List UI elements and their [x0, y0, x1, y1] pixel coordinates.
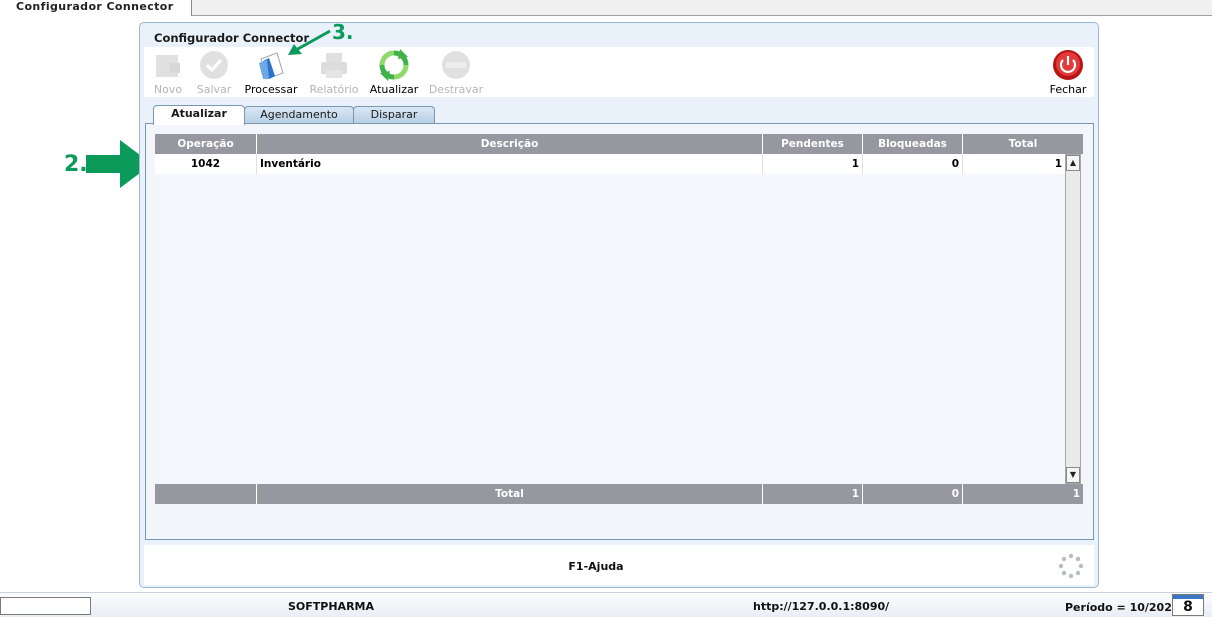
- refresh-icon: [378, 49, 410, 81]
- destravar-button[interactable]: Destravar: [426, 49, 486, 97]
- footer-total: 1: [1072, 488, 1080, 500]
- status-period: Período = 10/2025: [1065, 601, 1180, 614]
- window-tab[interactable]: Configurador Connector: [0, 0, 192, 16]
- novo-label: Novo: [153, 83, 183, 96]
- cell-descricao: Inventário: [257, 154, 763, 174]
- status-bar: [0, 592, 1212, 617]
- column-header-pendentes[interactable]: Pendentes: [763, 134, 863, 154]
- atualizar-label: Atualizar: [369, 83, 419, 96]
- power-close-icon: [1052, 49, 1084, 81]
- new-document-icon: [152, 49, 184, 81]
- column-header-operacao[interactable]: Operação: [155, 134, 257, 154]
- cell-pendentes: 1: [763, 154, 863, 174]
- annotation-arrow-3: [288, 29, 331, 55]
- annotation-step-2: 2.: [64, 152, 88, 177]
- grid-body: 1042 Inventário 1 0 1: [155, 154, 1083, 484]
- scroll-up-icon[interactable]: ▲: [1066, 155, 1080, 171]
- table-row[interactable]: 1042 Inventário 1 0 1: [155, 154, 1065, 174]
- scroll-down-icon[interactable]: ▼: [1066, 467, 1080, 483]
- grid-scrollbar[interactable]: ▲ ▼: [1065, 154, 1081, 484]
- save-check-icon: [198, 49, 230, 81]
- cell-operacao: 1042: [155, 154, 257, 174]
- dialog-window: Configurador Connector Novo Salvar Proce…: [139, 22, 1099, 588]
- status-url: http://127.0.0.1:8090/: [753, 600, 890, 613]
- cell-total: 1: [1054, 158, 1062, 170]
- unlock-icon: [440, 49, 472, 81]
- annotation-step-3: 3.: [332, 20, 354, 44]
- calendar-icon[interactable]: 8: [1172, 594, 1204, 616]
- column-header-total[interactable]: Total: [963, 134, 1083, 154]
- grid-header: Operação Descrição Pendentes Bloqueadas …: [155, 134, 1083, 154]
- footer-empty: [155, 484, 257, 504]
- status-company: SOFTPHARMA: [288, 600, 375, 613]
- grid-footer: Total 1 0 1: [155, 484, 1083, 504]
- tab-atualizar[interactable]: Atualizar: [153, 105, 245, 125]
- processar-label: Processar: [244, 83, 298, 96]
- cell-bloqueadas: 0: [863, 154, 963, 174]
- help-shortcut[interactable]: F1-Ajuda: [140, 560, 1052, 573]
- fechar-button[interactable]: Fechar: [1046, 49, 1090, 97]
- destravar-label: Destravar: [428, 83, 484, 96]
- footer-bloqueadas: 0: [863, 484, 963, 504]
- fechar-label: Fechar: [1049, 83, 1087, 96]
- relatorio-label: Relatório: [309, 83, 359, 96]
- loading-spinner-icon: [1058, 553, 1084, 579]
- salvar-button[interactable]: Salvar: [192, 49, 236, 97]
- footer-pendentes: 1: [763, 484, 863, 504]
- process-document-icon: [255, 49, 287, 81]
- footer-total-label: Total: [257, 484, 763, 504]
- tab-agendamento[interactable]: Agendamento: [244, 106, 354, 124]
- column-header-descricao[interactable]: Descrição: [257, 134, 763, 154]
- column-header-bloqueadas[interactable]: Bloqueadas: [863, 134, 963, 154]
- tab-disparar[interactable]: Disparar: [353, 106, 435, 124]
- atualizar-button[interactable]: Atualizar: [366, 49, 422, 97]
- calendar-day: 8: [1183, 599, 1193, 615]
- novo-button[interactable]: Novo: [148, 49, 188, 97]
- salvar-label: Salvar: [196, 83, 232, 96]
- status-input[interactable]: [0, 597, 91, 615]
